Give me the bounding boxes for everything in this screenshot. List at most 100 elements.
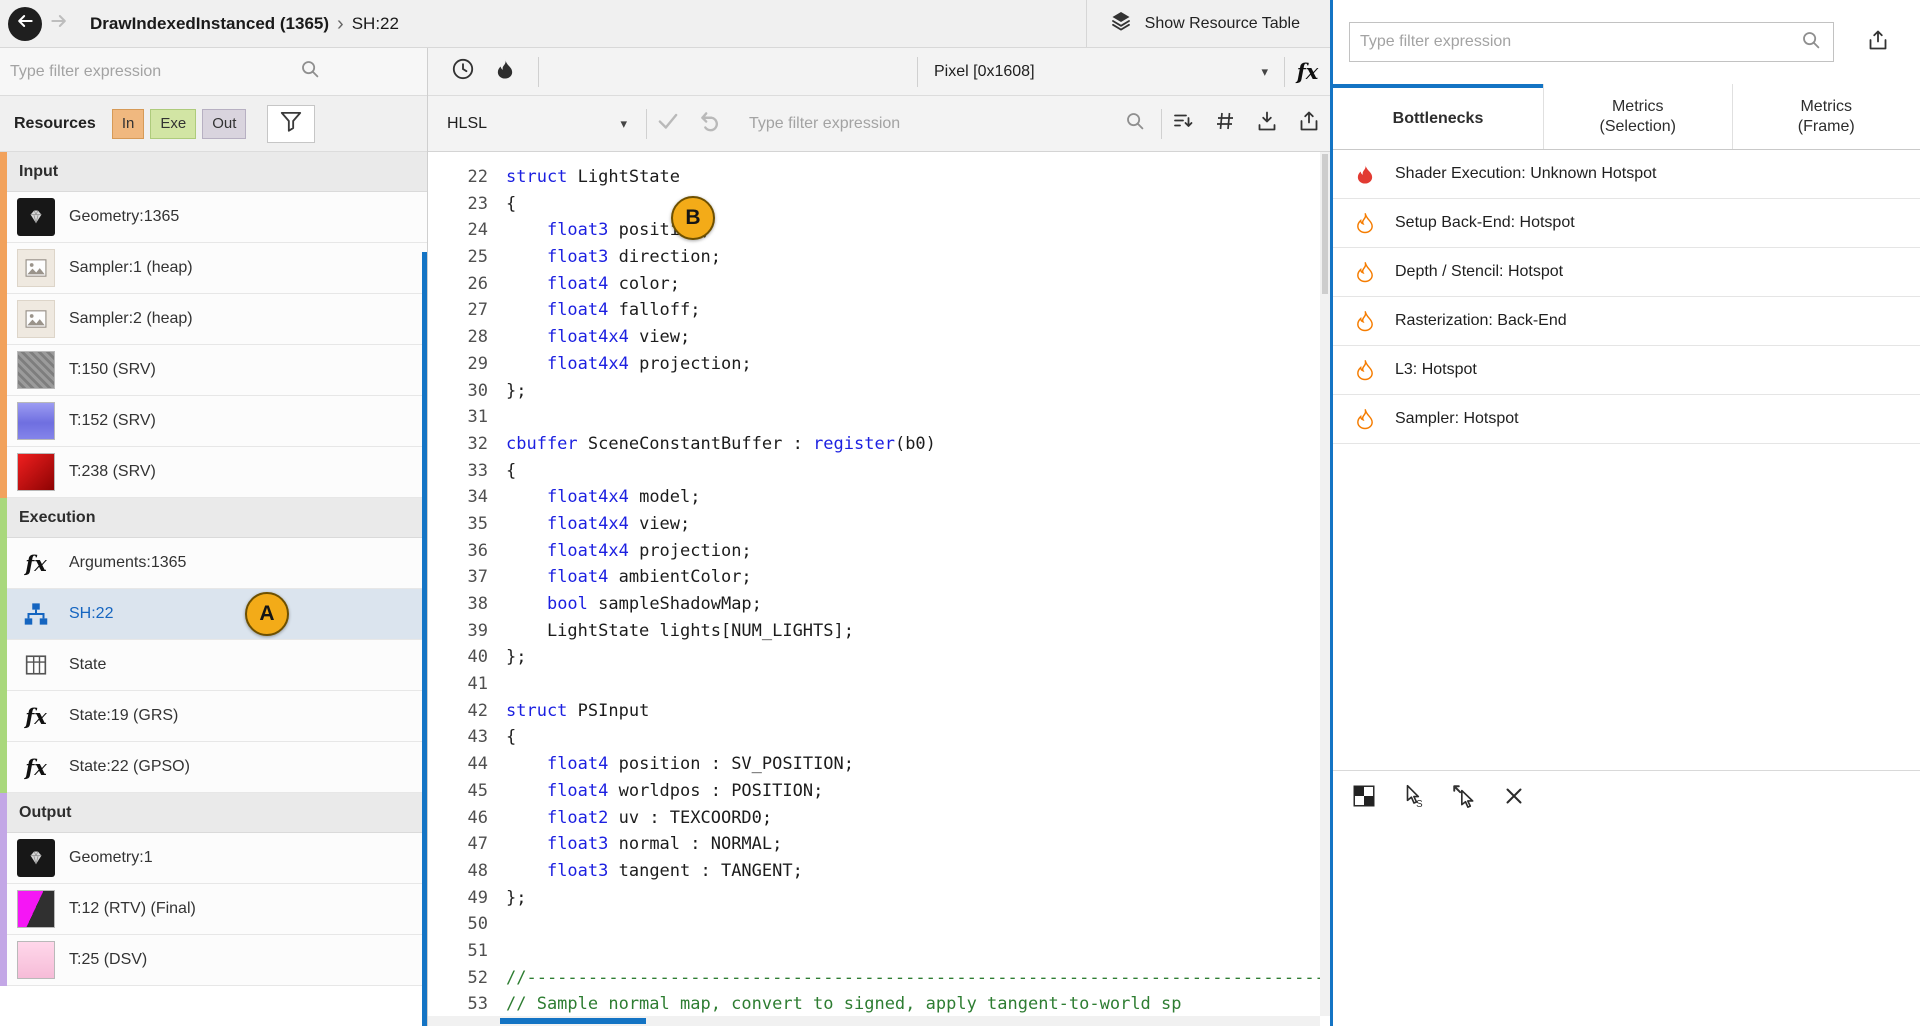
code-line-31: 31	[440, 404, 1330, 431]
tab-bottlenecks[interactable]: Bottlenecks	[1333, 84, 1543, 149]
filter-funnel-button[interactable]	[267, 105, 315, 143]
resource-item-sampler-2-heap[interactable]: Sampler:2 (heap)	[7, 294, 427, 345]
line-number: 28	[440, 324, 488, 351]
resources-filter-input[interactable]	[10, 63, 298, 81]
code-lines: 22struct LightState23{24 float3 position…	[440, 164, 1330, 1026]
metrics-filter-row	[1333, 0, 1920, 84]
resource-item-sampler-1-heap[interactable]: Sampler:1 (heap)	[7, 243, 427, 294]
tab-metrics-frame[interactable]: Metrics(Frame)	[1732, 84, 1920, 149]
toggle-out-button[interactable]: Out	[202, 109, 246, 139]
resource-item-arguments-1365[interactable]: fxArguments:1365	[7, 538, 427, 589]
breadcrumb-resource[interactable]: SH:22	[352, 14, 399, 34]
forward-button[interactable]	[42, 7, 76, 41]
code-text: {	[506, 191, 516, 218]
hotspot-flame-icon	[1353, 407, 1377, 431]
download-shader-button[interactable]	[1246, 104, 1288, 144]
code-line-25: 25 float3 direction;	[440, 244, 1330, 271]
shader-code-editor[interactable]: 22struct LightState23{24 float3 position…	[428, 152, 1330, 1026]
pixel-diff-button[interactable]	[1347, 782, 1381, 816]
tex-magenta-icon	[17, 890, 55, 928]
code-text: float3 normal : NORMAL;	[506, 831, 782, 858]
resource-item-t-152-srv[interactable]: T:152 (SRV)	[7, 396, 427, 447]
cursor-pick-button[interactable]	[1447, 782, 1481, 816]
search-icon	[1123, 109, 1147, 138]
hotspot-flame-icon	[1353, 358, 1377, 382]
state-icon	[17, 646, 55, 684]
resource-list-scrollbar[interactable]	[422, 252, 427, 1026]
sort-lines-button[interactable]	[1162, 104, 1204, 144]
hotness-flame-button[interactable]	[484, 52, 526, 92]
fx-icon: fx	[17, 748, 55, 786]
clear-selection-button[interactable]	[1497, 782, 1531, 816]
resource-item-geometry-1365[interactable]: Geometry:1365	[7, 192, 427, 243]
code-horizontal-scrollbar[interactable]	[428, 1016, 1320, 1026]
export-metrics-button[interactable]	[1860, 24, 1896, 60]
resource-item-t-12-rtv-final[interactable]: T:12 (RTV) (Final)	[7, 884, 427, 935]
metrics-filter-input[interactable]	[1360, 33, 1799, 51]
tab-metrics-selection[interactable]: Metrics(Selection)	[1543, 84, 1732, 149]
line-number: 46	[440, 805, 488, 832]
bottleneck-label: Depth / Stencil: Hotspot	[1395, 263, 1563, 281]
undo-button[interactable]	[689, 104, 731, 144]
resource-item-label: Arguments:1365	[69, 554, 186, 572]
scrollbar-thumb[interactable]	[500, 1018, 646, 1024]
show-resource-table-button[interactable]: Show Resource Table	[1086, 0, 1330, 47]
toggle-in-button[interactable]: In	[112, 109, 145, 139]
code-line-24: 24 float3 position;	[440, 217, 1330, 244]
line-number: 51	[440, 938, 488, 965]
fx-button[interactable]: fx	[1285, 48, 1330, 95]
code-text: float4 position : SV_POSITION;	[506, 751, 854, 778]
line-number: 37	[440, 564, 488, 591]
language-dropdown[interactable]: HLSL ▾	[428, 96, 646, 151]
bottleneck-list: Shader Execution: Unknown Hotspot Setup B…	[1333, 150, 1920, 444]
code-vertical-scrollbar[interactable]	[1320, 152, 1330, 1016]
pixel-selector-dropdown[interactable]: Pixel [0x1608] ▾	[918, 48, 1284, 95]
svg-text:S: S	[1416, 799, 1423, 809]
history-clock-button[interactable]	[442, 52, 484, 92]
resource-item-state-19-grs[interactable]: fxState:19 (GRS)	[7, 691, 427, 742]
bottleneck-row-sampler-hotspot[interactable]: Sampler: Hotspot	[1333, 395, 1920, 444]
resource-item-t-25-dsv[interactable]: T:25 (DSV)	[7, 935, 427, 986]
code-text: float2 uv : TEXCOORD0;	[506, 805, 772, 832]
sort-icon	[1171, 109, 1195, 138]
resource-item-state[interactable]: State	[7, 640, 427, 691]
tex-red-icon	[17, 453, 55, 491]
resource-item-sh-22[interactable]: SH:22A	[7, 589, 427, 640]
breadcrumb-event[interactable]: DrawIndexedInstanced (1365)	[90, 14, 329, 34]
sampler-icon	[17, 249, 55, 287]
toggle-exe-button[interactable]: Exe	[150, 109, 196, 139]
bottleneck-row-depth-stencil-hotspot[interactable]: Depth / Stencil: Hotspot	[1333, 248, 1920, 297]
bottleneck-row-shader-execution-unknown-hotspot[interactable]: Shader Execution: Unknown Hotspot	[1333, 150, 1920, 199]
bottleneck-row-l3-hotspot[interactable]: L3: Hotspot	[1333, 346, 1920, 395]
grid-hash-button[interactable]	[1204, 104, 1246, 144]
line-number: 40	[440, 644, 488, 671]
bottleneck-row-rasterization-back-end[interactable]: Rasterization: Back-End	[1333, 297, 1920, 346]
resource-item-t-150-srv[interactable]: T:150 (SRV)	[7, 345, 427, 396]
cursor-pixel-select-button[interactable]: S	[1397, 782, 1431, 816]
code-text: float4x4 projection;	[506, 538, 752, 565]
resource-item-t-238-srv[interactable]: T:238 (SRV)	[7, 447, 427, 498]
resource-item-label: T:238 (SRV)	[69, 463, 156, 481]
resource-item-geometry-1[interactable]: Geometry:1	[7, 833, 427, 884]
code-text: {	[506, 458, 516, 485]
code-text: float3 direction;	[506, 244, 721, 271]
code-text: };	[506, 885, 526, 912]
back-button[interactable]	[8, 7, 42, 41]
code-text: {	[506, 724, 516, 751]
apply-button[interactable]	[647, 104, 689, 144]
resources-title: Resources	[14, 115, 96, 133]
code-line-38: 38 bool sampleShadowMap;	[440, 591, 1330, 618]
bottleneck-label: Sampler: Hotspot	[1395, 410, 1519, 428]
code-line-53: 53// Sample normal map, convert to signe…	[440, 991, 1330, 1018]
scrollbar-thumb[interactable]	[1322, 154, 1328, 294]
bottleneck-row-setup-back-end-hotspot[interactable]: Setup Back-End: Hotspot	[1333, 199, 1920, 248]
resource-item-state-22-gpso[interactable]: fxState:22 (GPSO)	[7, 742, 427, 793]
code-text: };	[506, 378, 526, 405]
export-icon	[1866, 28, 1890, 57]
line-number: 33	[440, 458, 488, 485]
line-number: 42	[440, 698, 488, 725]
export-shader-button[interactable]	[1288, 104, 1330, 144]
bottleneck-label: Shader Execution: Unknown Hotspot	[1395, 165, 1656, 183]
pixel-selector-value: Pixel [0x1608]	[934, 63, 1261, 81]
code-filter-input[interactable]	[731, 115, 1123, 133]
